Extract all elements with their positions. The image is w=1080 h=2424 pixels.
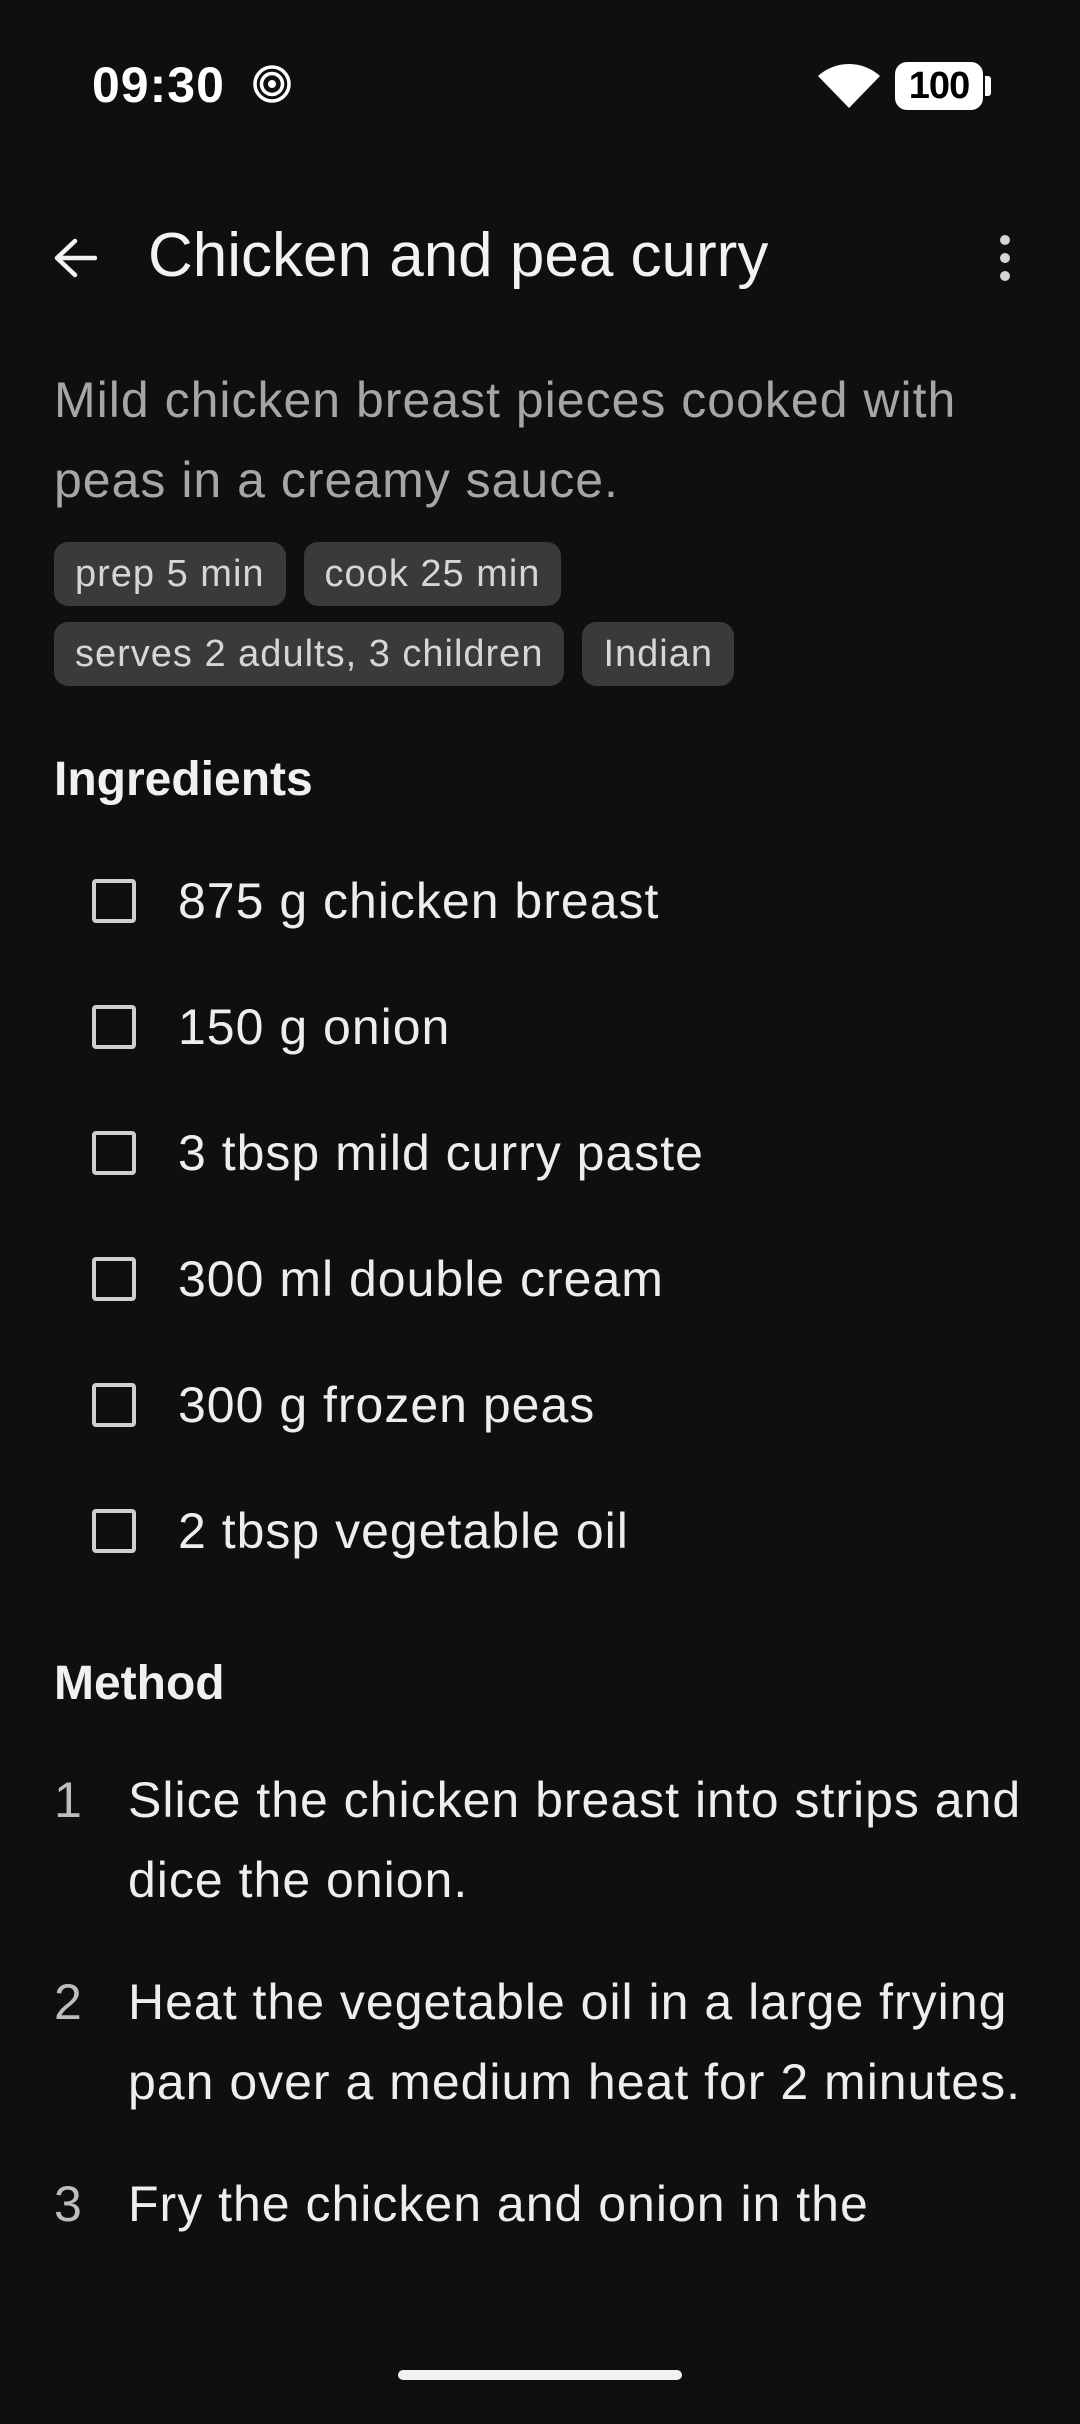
ingredient-item[interactable]: 300 ml double cream [0,1216,1080,1342]
more-options-button[interactable] [972,222,1038,294]
step-number: 2 [54,1974,82,2030]
chip-row: prep 5 min cook 25 min [54,542,1034,606]
battery-cap [985,76,991,96]
page-title: Chicken and pea curry [148,221,769,290]
ingredient-item[interactable]: 150 g onion [0,964,1080,1090]
method-step: 2 Heat the vegetable oil in a large fryi… [0,1962,1080,2122]
ingredient-label: 150 g onion [178,999,451,1055]
ingredient-checkbox[interactable] [92,1509,136,1553]
ingredient-checkbox[interactable] [92,1257,136,1301]
cook-time-chip: cook 25 min [303,542,562,606]
method-heading: Method [54,1657,225,1710]
ingredient-item[interactable]: 300 g frozen peas [0,1342,1080,1468]
step-number: 1 [54,1772,82,1828]
method-step: 3 Fry the chicken and onion in the [0,2164,1080,2244]
ingredient-item[interactable]: 3 tbsp mild curry paste [0,1090,1080,1216]
ingredients-heading: Ingredients [54,753,313,806]
recipe-description: Mild chicken breast pieces cooked with p… [54,372,957,508]
battery-indicator: 100 [895,62,991,110]
battery-level: 100 [895,62,983,110]
step-text: Fry the chicken and onion in the [128,2176,869,2232]
top-app-bar: Chicken and pea curry [0,200,1080,316]
step-number: 3 [54,2176,82,2232]
ingredient-checkbox[interactable] [92,1131,136,1175]
status-bar: 09:30 100 [0,0,1080,170]
ingredient-checkbox[interactable] [92,1005,136,1049]
status-time: 09:30 [92,57,225,113]
chip-row: serves 2 adults, 3 children Indian [54,622,1034,686]
home-gesture-bar[interactable] [398,2370,682,2380]
ingredient-label: 3 tbsp mild curry paste [178,1125,704,1181]
ingredient-label: 875 g chicken breast [178,873,660,929]
more-vert-icon [1000,235,1010,281]
step-text: Slice the chicken breast into strips and… [128,1772,1022,1908]
method-step: 1 Slice the chicken breast into strips a… [0,1760,1080,1920]
back-button[interactable] [30,222,120,294]
ingredient-checkbox[interactable] [92,879,136,923]
ingredient-item[interactable]: 875 g chicken breast [0,838,1080,964]
spiral-notification-icon [253,65,291,103]
ingredient-label: 2 tbsp vegetable oil [178,1503,629,1559]
ingredients-list: 875 g chicken breast 150 g onion 3 tbsp … [0,838,1080,1594]
servings-chip: serves 2 adults, 3 children [54,622,565,686]
prep-time-chip: prep 5 min [54,542,286,606]
method-steps: 1 Slice the chicken breast into strips a… [0,1760,1080,2286]
wifi-icon [818,63,880,108]
arrow-back-icon [54,238,97,278]
recipe-info-chips: prep 5 min cook 25 min serves 2 adults, … [54,542,1034,702]
ingredient-label: 300 g frozen peas [178,1377,596,1433]
step-text: Heat the vegetable oil in a large frying… [128,1974,1022,2110]
cuisine-chip: Indian [582,622,734,686]
ingredient-label: 300 ml double cream [178,1251,664,1307]
ingredient-checkbox[interactable] [92,1383,136,1427]
ingredient-item[interactable]: 2 tbsp vegetable oil [0,1468,1080,1594]
